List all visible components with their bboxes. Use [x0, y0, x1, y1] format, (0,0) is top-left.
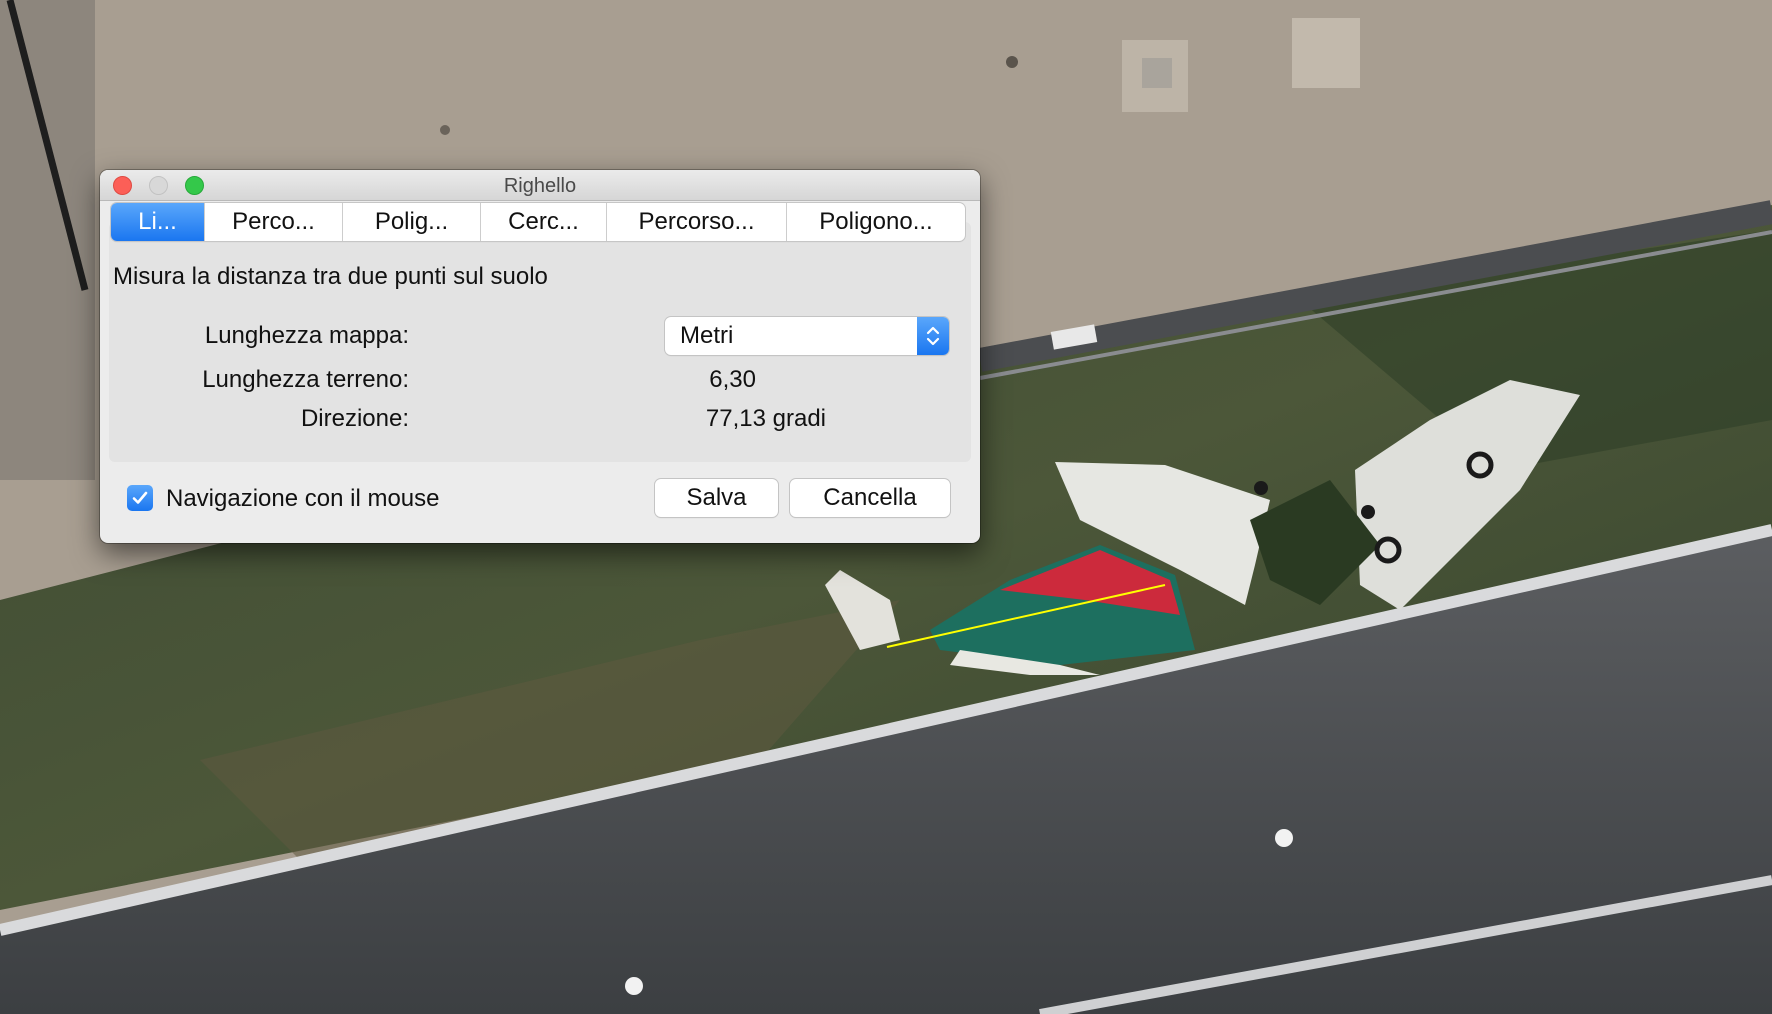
heading-label: Direzione:	[300, 405, 409, 432]
measure-tabs: Li... Perco... Polig... Cerc... Percorso…	[111, 203, 965, 241]
tab-line[interactable]: Li...	[111, 203, 204, 241]
mouse-navigation-checkbox[interactable]	[127, 485, 153, 511]
save-button[interactable]: Salva	[655, 479, 778, 517]
map-length-label: Lunghezza mappa:	[204, 322, 409, 349]
unit-select[interactable]: Metri	[665, 317, 949, 355]
heading-value: 77,13 gradi	[705, 405, 826, 432]
ruler-dialog: Righello Li... Perco... Polig... Cerc...…	[100, 170, 980, 543]
mouse-navigation-label[interactable]: Navigazione con il mouse	[166, 485, 439, 513]
updown-chevron-icon	[917, 317, 949, 355]
checkmark-icon	[132, 491, 148, 504]
title-bar[interactable]: Righello	[100, 170, 980, 201]
ground-length-label: Lunghezza terreno:	[202, 366, 409, 393]
tab-polygon[interactable]: Polig...	[342, 203, 480, 241]
panel-description: Misura la distanza tra due punti sul suo…	[113, 263, 548, 290]
tab-circle[interactable]: Cerc...	[480, 203, 606, 241]
unit-select-value: Metri	[680, 322, 734, 349]
clear-button[interactable]: Cancella	[790, 479, 950, 517]
tab-3d-polygon[interactable]: Poligono...	[786, 203, 965, 241]
tab-path[interactable]: Perco...	[204, 203, 342, 241]
window-title: Righello	[503, 175, 577, 197]
ground-length-value: 6,30	[709, 366, 756, 393]
tab-3d-path[interactable]: Percorso...	[606, 203, 786, 241]
